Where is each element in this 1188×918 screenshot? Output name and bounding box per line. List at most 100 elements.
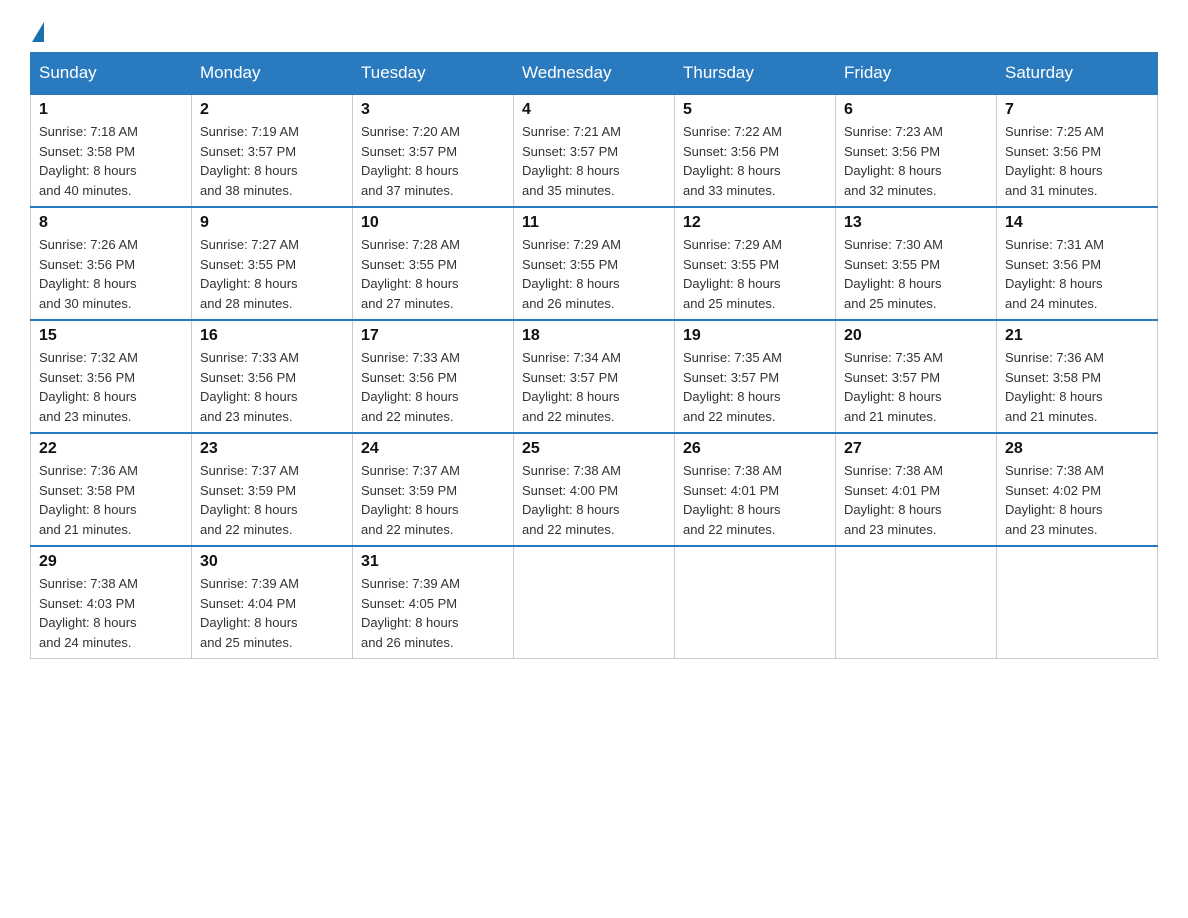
calendar-cell: 12Sunrise: 7:29 AMSunset: 3:55 PMDayligh… <box>675 207 836 320</box>
weekday-header-sunday: Sunday <box>31 53 192 95</box>
day-info: Sunrise: 7:33 AMSunset: 3:56 PMDaylight:… <box>361 348 505 426</box>
weekday-header-wednesday: Wednesday <box>514 53 675 95</box>
day-number: 18 <box>522 327 666 345</box>
weekday-header-row: SundayMondayTuesdayWednesdayThursdayFrid… <box>31 53 1158 95</box>
day-number: 7 <box>1005 101 1149 119</box>
calendar-cell: 15 Sunrise: 7:32 AMSunset: 3:56 PMDayligh… <box>31 320 192 433</box>
day-info: Sunrise: 7:34 AMSunset: 3:57 PMDaylight:… <box>522 348 666 426</box>
day-info: Sunrise: 7:37 AMSunset: 3:59 PMDaylight:… <box>200 461 344 539</box>
day-number: 14 <box>1005 214 1149 232</box>
calendar-cell: 6 Sunrise: 7:23 AMSunset: 3:56 PMDaylight… <box>836 94 997 207</box>
day-number: 31 <box>361 553 505 571</box>
calendar-cell: 17 Sunrise: 7:33 AMSunset: 3:56 PMDayligh… <box>353 320 514 433</box>
day-info: Sunrise: 7:39 AMSunset: 4:04 PMDaylight:… <box>200 574 344 652</box>
day-number: 26 <box>683 440 827 458</box>
day-number: 11 <box>522 214 666 232</box>
day-number: 23 <box>200 440 344 458</box>
calendar-cell: 25 Sunrise: 7:38 AMSunset: 4:00 PMDayligh… <box>514 433 675 546</box>
calendar-cell: 21Sunrise: 7:36 AMSunset: 3:58 PMDayligh… <box>997 320 1158 433</box>
page-header <box>30 20 1158 42</box>
calendar-cell: 7 Sunrise: 7:25 AMSunset: 3:56 PMDaylight… <box>997 94 1158 207</box>
calendar-cell: 8Sunrise: 7:26 AMSunset: 3:56 PMDaylight… <box>31 207 192 320</box>
calendar-cell: 22 Sunrise: 7:36 AMSunset: 3:58 PMDayligh… <box>31 433 192 546</box>
calendar-cell <box>514 546 675 659</box>
day-number: 29 <box>39 553 183 571</box>
calendar-cell: 10 Sunrise: 7:28 AMSunset: 3:55 PMDayligh… <box>353 207 514 320</box>
day-number: 20 <box>844 327 988 345</box>
day-info: Sunrise: 7:32 AMSunset: 3:56 PMDaylight:… <box>39 348 183 426</box>
calendar-cell: 14 Sunrise: 7:31 AMSunset: 3:56 PMDayligh… <box>997 207 1158 320</box>
calendar-cell: 3Sunrise: 7:20 AMSunset: 3:57 PMDaylight… <box>353 94 514 207</box>
day-number: 16 <box>200 327 344 345</box>
day-info: Sunrise: 7:39 AMSunset: 4:05 PMDaylight:… <box>361 574 505 652</box>
day-info: Sunrise: 7:36 AMSunset: 3:58 PMDaylight:… <box>1005 348 1149 426</box>
calendar-cell: 2 Sunrise: 7:19 AMSunset: 3:57 PMDaylight… <box>192 94 353 207</box>
day-info: Sunrise: 7:38 AMSunset: 4:00 PMDaylight:… <box>522 461 666 539</box>
week-row-5: 29 Sunrise: 7:38 AMSunset: 4:03 PMDayligh… <box>31 546 1158 659</box>
day-info: Sunrise: 7:35 AMSunset: 3:57 PMDaylight:… <box>844 348 988 426</box>
day-info: Sunrise: 7:29 AMSunset: 3:55 PMDaylight:… <box>683 235 827 313</box>
calendar-cell: 30 Sunrise: 7:39 AMSunset: 4:04 PMDayligh… <box>192 546 353 659</box>
day-number: 15 <box>39 327 183 345</box>
day-number: 30 <box>200 553 344 571</box>
calendar-cell: 11Sunrise: 7:29 AMSunset: 3:55 PMDayligh… <box>514 207 675 320</box>
day-info: Sunrise: 7:36 AMSunset: 3:58 PMDaylight:… <box>39 461 183 539</box>
calendar-cell: 4 Sunrise: 7:21 AMSunset: 3:57 PMDaylight… <box>514 94 675 207</box>
calendar-cell: 24 Sunrise: 7:37 AMSunset: 3:59 PMDayligh… <box>353 433 514 546</box>
day-number: 25 <box>522 440 666 458</box>
calendar-cell: 28Sunrise: 7:38 AMSunset: 4:02 PMDayligh… <box>997 433 1158 546</box>
calendar-cell <box>997 546 1158 659</box>
weekday-header-friday: Friday <box>836 53 997 95</box>
day-info: Sunrise: 7:20 AMSunset: 3:57 PMDaylight:… <box>361 122 505 200</box>
day-info: Sunrise: 7:33 AMSunset: 3:56 PMDaylight:… <box>200 348 344 426</box>
weekday-header-saturday: Saturday <box>997 53 1158 95</box>
calendar-cell: 29 Sunrise: 7:38 AMSunset: 4:03 PMDayligh… <box>31 546 192 659</box>
day-number: 17 <box>361 327 505 345</box>
day-info: Sunrise: 7:28 AMSunset: 3:55 PMDaylight:… <box>361 235 505 313</box>
day-info: Sunrise: 7:38 AMSunset: 4:02 PMDaylight:… <box>1005 461 1149 539</box>
day-info: Sunrise: 7:38 AMSunset: 4:01 PMDaylight:… <box>683 461 827 539</box>
day-info: Sunrise: 7:35 AMSunset: 3:57 PMDaylight:… <box>683 348 827 426</box>
calendar-cell: 20 Sunrise: 7:35 AMSunset: 3:57 PMDayligh… <box>836 320 997 433</box>
calendar-cell <box>675 546 836 659</box>
day-info: Sunrise: 7:25 AMSunset: 3:56 PMDaylight:… <box>1005 122 1149 200</box>
day-number: 13 <box>844 214 988 232</box>
day-info: Sunrise: 7:37 AMSunset: 3:59 PMDaylight:… <box>361 461 505 539</box>
calendar-cell: 9 Sunrise: 7:27 AMSunset: 3:55 PMDaylight… <box>192 207 353 320</box>
day-number: 27 <box>844 440 988 458</box>
day-info: Sunrise: 7:19 AMSunset: 3:57 PMDaylight:… <box>200 122 344 200</box>
day-number: 6 <box>844 101 988 119</box>
day-info: Sunrise: 7:38 AMSunset: 4:03 PMDaylight:… <box>39 574 183 652</box>
day-info: Sunrise: 7:38 AMSunset: 4:01 PMDaylight:… <box>844 461 988 539</box>
day-info: Sunrise: 7:21 AMSunset: 3:57 PMDaylight:… <box>522 122 666 200</box>
calendar-cell: 31 Sunrise: 7:39 AMSunset: 4:05 PMDayligh… <box>353 546 514 659</box>
day-info: Sunrise: 7:31 AMSunset: 3:56 PMDaylight:… <box>1005 235 1149 313</box>
calendar-cell: 27 Sunrise: 7:38 AMSunset: 4:01 PMDayligh… <box>836 433 997 546</box>
calendar-cell: 26 Sunrise: 7:38 AMSunset: 4:01 PMDayligh… <box>675 433 836 546</box>
day-info: Sunrise: 7:23 AMSunset: 3:56 PMDaylight:… <box>844 122 988 200</box>
day-number: 22 <box>39 440 183 458</box>
weekday-header-thursday: Thursday <box>675 53 836 95</box>
day-number: 4 <box>522 101 666 119</box>
day-number: 9 <box>200 214 344 232</box>
day-info: Sunrise: 7:30 AMSunset: 3:55 PMDaylight:… <box>844 235 988 313</box>
week-row-3: 15 Sunrise: 7:32 AMSunset: 3:56 PMDayligh… <box>31 320 1158 433</box>
day-number: 2 <box>200 101 344 119</box>
weekday-header-monday: Monday <box>192 53 353 95</box>
day-number: 10 <box>361 214 505 232</box>
day-info: Sunrise: 7:27 AMSunset: 3:55 PMDaylight:… <box>200 235 344 313</box>
day-number: 24 <box>361 440 505 458</box>
calendar-cell <box>836 546 997 659</box>
week-row-1: 1Sunrise: 7:18 AMSunset: 3:58 PMDaylight… <box>31 94 1158 207</box>
day-number: 8 <box>39 214 183 232</box>
calendar-cell: 23 Sunrise: 7:37 AMSunset: 3:59 PMDayligh… <box>192 433 353 546</box>
calendar-cell: 19Sunrise: 7:35 AMSunset: 3:57 PMDayligh… <box>675 320 836 433</box>
day-info: Sunrise: 7:22 AMSunset: 3:56 PMDaylight:… <box>683 122 827 200</box>
weekday-header-tuesday: Tuesday <box>353 53 514 95</box>
calendar-table: SundayMondayTuesdayWednesdayThursdayFrid… <box>30 52 1158 659</box>
calendar-cell: 1Sunrise: 7:18 AMSunset: 3:58 PMDaylight… <box>31 94 192 207</box>
week-row-4: 22 Sunrise: 7:36 AMSunset: 3:58 PMDayligh… <box>31 433 1158 546</box>
logo-triangle-icon <box>32 22 44 42</box>
logo <box>30 20 44 42</box>
day-info: Sunrise: 7:18 AMSunset: 3:58 PMDaylight:… <box>39 122 183 200</box>
